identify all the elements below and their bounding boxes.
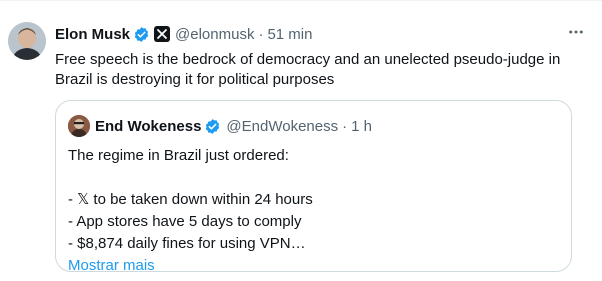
quoted-author-handle[interactable]: @EndWokeness: [226, 118, 338, 135]
separator-dot: ·: [258, 25, 264, 43]
quoted-tweet-text: The regime in Brazil just ordered: - 𝕏 t…: [68, 145, 558, 277]
quoted-timestamp[interactable]: 1 h: [351, 118, 372, 135]
quoted-verified-badge-icon: [204, 118, 221, 135]
author-name[interactable]: Elon Musk: [55, 26, 130, 43]
quoted-text-line: - $8,874 daily fines for using VPN…: [68, 235, 306, 252]
tweet-text: Free speech is the bedrock of democracy …: [55, 51, 561, 88]
quoted-separator-dot: ·: [342, 117, 348, 135]
timestamp[interactable]: 51 min: [267, 26, 312, 43]
quoted-text-line: The regime in Brazil just ordered:: [68, 147, 289, 164]
x-affiliation-icon[interactable]: [154, 26, 171, 42]
tweet-header: Elon Musk @elonmusk · 51 min: [55, 24, 312, 44]
more-options-icon[interactable]: [566, 22, 586, 42]
quoted-text-line: [68, 167, 558, 189]
quoted-tweet-header: End Wokeness @EndWokeness · 1 h: [68, 115, 372, 137]
quoted-author-avatar[interactable]: [68, 115, 90, 137]
quoted-author-name[interactable]: End Wokeness: [95, 118, 201, 135]
tweet[interactable]: Elon Musk @elonmusk · 51 min Free speech…: [0, 0, 602, 281]
show-more-link[interactable]: Mostrar mais: [68, 255, 558, 277]
quoted-text-line: - 𝕏 to be taken down within 24 hours: [68, 191, 313, 208]
quoted-tweet[interactable]: End Wokeness @EndWokeness · 1 h The regi…: [55, 100, 572, 274]
author-handle[interactable]: @elonmusk: [175, 26, 254, 43]
quoted-text-line: - App stores have 5 days to comply: [68, 213, 302, 230]
verified-badge-icon: [133, 26, 150, 43]
author-avatar[interactable]: [8, 22, 46, 60]
